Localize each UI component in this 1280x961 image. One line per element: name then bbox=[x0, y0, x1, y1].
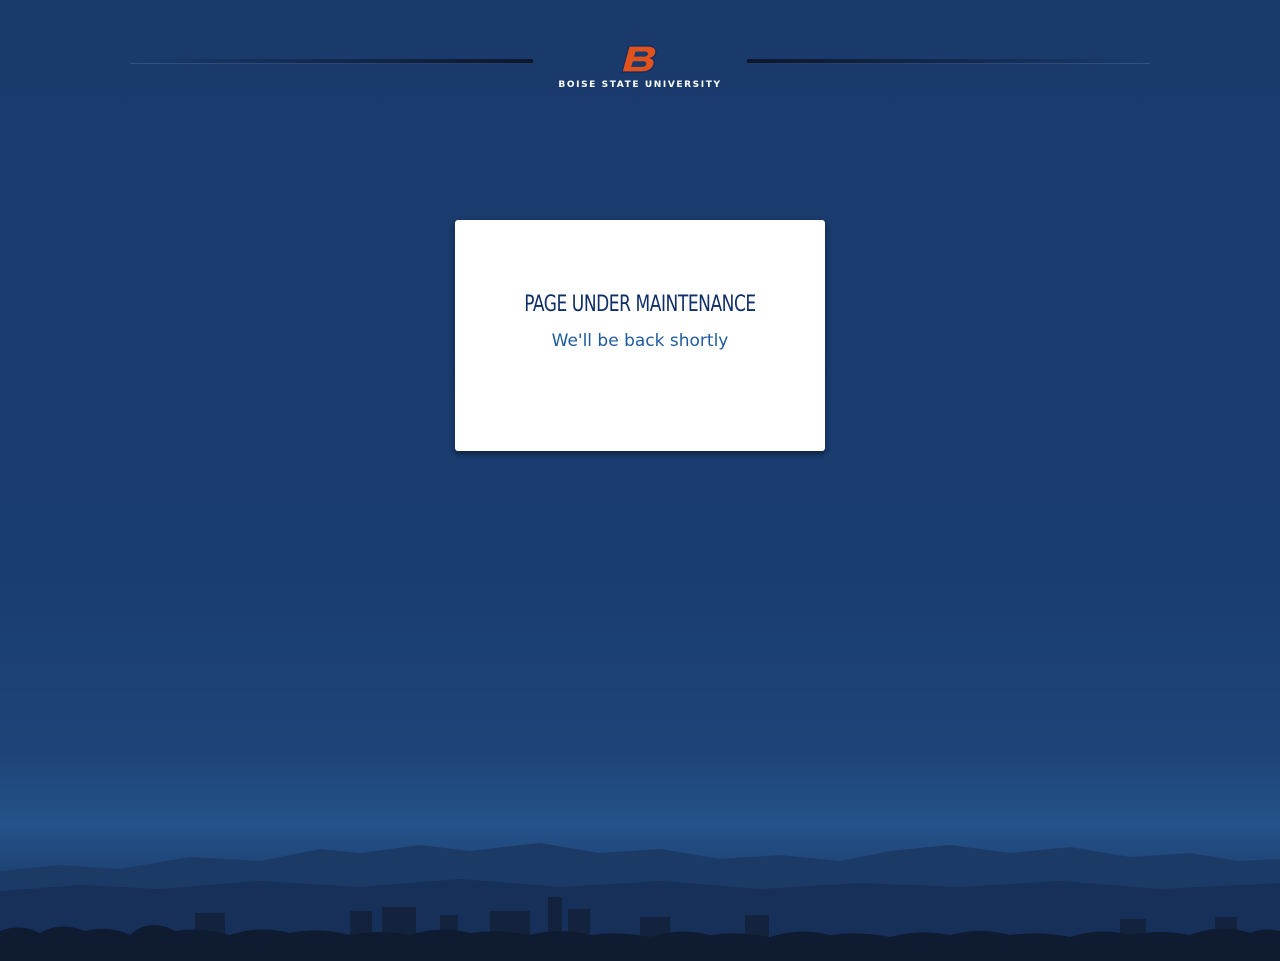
city-skyline-background bbox=[0, 843, 1280, 961]
boise-state-logo[interactable]: BOISE STATE UNIVERSITY bbox=[540, 44, 740, 94]
maintenance-title: PAGE UNDER MAINTENANCE bbox=[524, 292, 756, 317]
maintenance-subtitle: We'll be back shortly bbox=[551, 331, 729, 351]
header-rule-right bbox=[747, 59, 1150, 64]
site-header: BOISE STATE UNIVERSITY bbox=[0, 0, 1280, 110]
university-wordmark: BOISE STATE UNIVERSITY bbox=[558, 80, 722, 90]
header-rule-left bbox=[130, 59, 533, 64]
maintenance-card: PAGE UNDER MAINTENANCE We'll be back sho… bbox=[455, 220, 825, 451]
boise-state-b-logo-icon bbox=[621, 45, 657, 73]
